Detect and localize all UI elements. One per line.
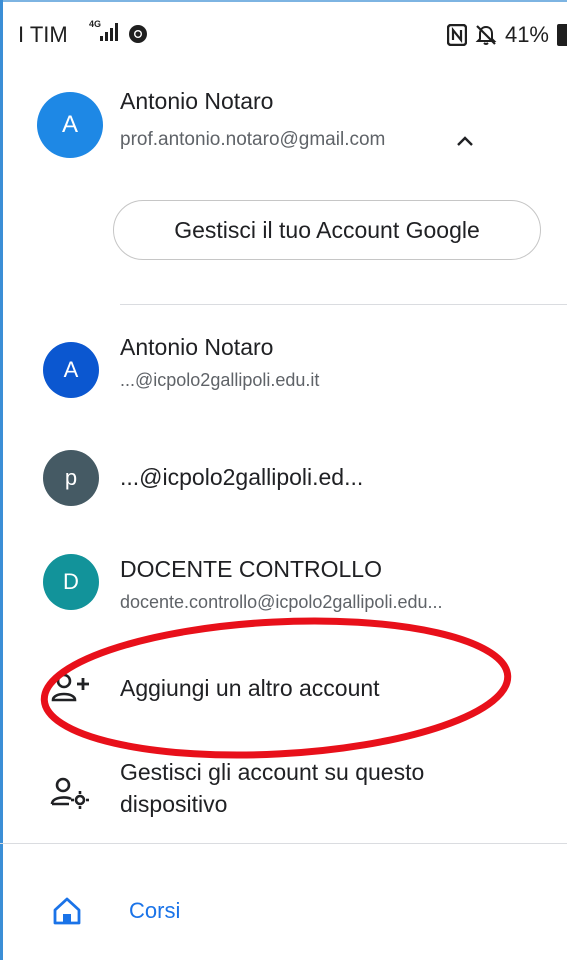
home-icon[interactable] xyxy=(52,896,82,926)
chevron-up-icon[interactable] xyxy=(456,135,474,147)
account-name: DOCENTE CONTROLLO xyxy=(120,556,382,582)
avatar: p xyxy=(43,450,99,506)
nav-item-corsi[interactable]: Corsi xyxy=(129,898,180,924)
status-bar: I TIM 4G 41% xyxy=(0,0,567,64)
account-list-item[interactable]: p ...@icpolo2gallipoli.ed... xyxy=(0,438,567,518)
nfc-icon xyxy=(446,24,467,46)
account-list-item[interactable]: D DOCENTE CONTROLLO docente.controllo@ic… xyxy=(0,542,567,622)
avatar: A xyxy=(43,342,99,398)
manage-accounts-icon xyxy=(50,777,89,809)
account-list-item[interactable]: A Antonio Notaro ...@icpolo2gallipoli.ed… xyxy=(0,330,567,410)
account-email: ...@icpolo2gallipoli.edu.it xyxy=(120,370,320,390)
divider xyxy=(0,843,567,844)
account-name: ...@icpolo2gallipoli.ed... xyxy=(120,464,364,490)
add-person-icon xyxy=(51,673,89,702)
add-account-label: Aggiungi un altro account xyxy=(120,675,380,701)
avatar: D xyxy=(43,554,99,610)
account-name: Antonio Notaro xyxy=(120,334,274,360)
primary-account-header[interactable]: A Antonio Notaro prof.antonio.notaro@gma… xyxy=(0,80,567,180)
manage-device-accounts-label: Gestisci gli account su questo dispositi… xyxy=(120,756,424,820)
manage-device-accounts-line2: dispositivo xyxy=(120,791,228,817)
battery-icon xyxy=(557,24,567,46)
add-account-button[interactable]: Aggiungi un altro account xyxy=(0,662,567,718)
signal-strength-icon xyxy=(100,23,118,41)
manage-device-accounts-button[interactable]: Gestisci gli account su questo dispositi… xyxy=(0,756,567,822)
battery-percent: 41% xyxy=(504,22,549,47)
avatar: A xyxy=(37,92,103,158)
account-email: prof.antonio.notaro@gmail.com xyxy=(120,129,386,150)
account-name: Antonio Notaro xyxy=(120,88,274,114)
status-right-group: 41% xyxy=(446,20,567,50)
account-email: docente.controllo@icpolo2gallipoli.edu..… xyxy=(120,592,443,612)
manage-device-accounts-line1: Gestisci gli account su questo xyxy=(120,759,425,785)
chrome-app-icon xyxy=(129,25,147,43)
manage-google-account-button[interactable]: Gestisci il tuo Account Google xyxy=(113,200,541,260)
mute-bell-icon xyxy=(475,25,497,45)
divider xyxy=(120,304,567,305)
carrier-label: I TIM xyxy=(18,22,68,47)
